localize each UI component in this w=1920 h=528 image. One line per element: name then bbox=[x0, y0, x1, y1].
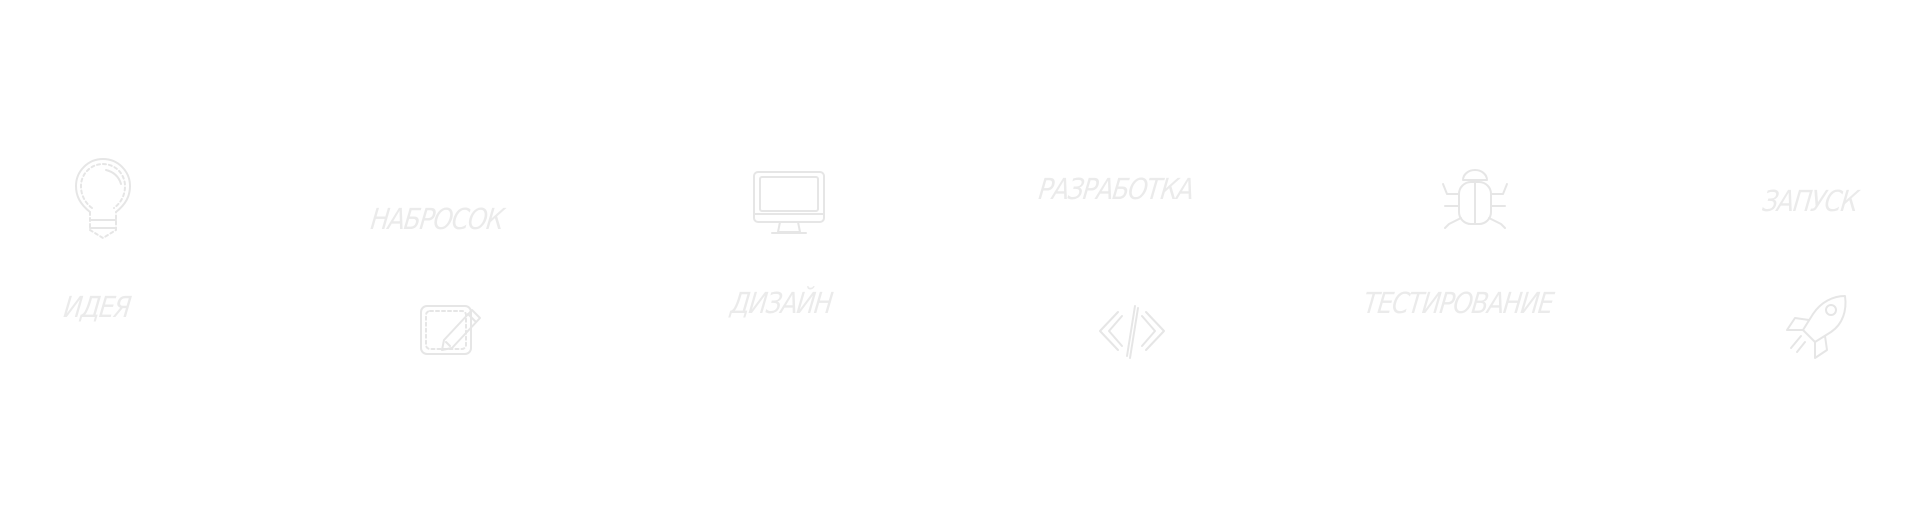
step-label-design: ДИЗАЙН bbox=[728, 286, 834, 320]
edit-icon bbox=[418, 300, 488, 360]
step-label-development: РАЗРАБОТКА bbox=[1036, 172, 1196, 206]
process-steps: ИДЕЯ НАБРОСОК ДИЗАЙН РАЗРАБОТКА ТЕСТИРОВ… bbox=[0, 0, 1920, 528]
step-label-idea: ИДЕЯ bbox=[61, 290, 133, 324]
monitor-icon bbox=[752, 170, 826, 236]
lightbulb-icon bbox=[74, 158, 132, 240]
step-label-testing: ТЕСТИРОВАНИЕ bbox=[1361, 286, 1555, 320]
code-icon bbox=[1096, 302, 1168, 360]
rocket-icon bbox=[1785, 292, 1851, 360]
step-label-launch: ЗАПУСК bbox=[1760, 184, 1860, 218]
step-label-sketch: НАБРОСОК bbox=[368, 202, 506, 236]
bug-icon bbox=[1441, 166, 1509, 232]
